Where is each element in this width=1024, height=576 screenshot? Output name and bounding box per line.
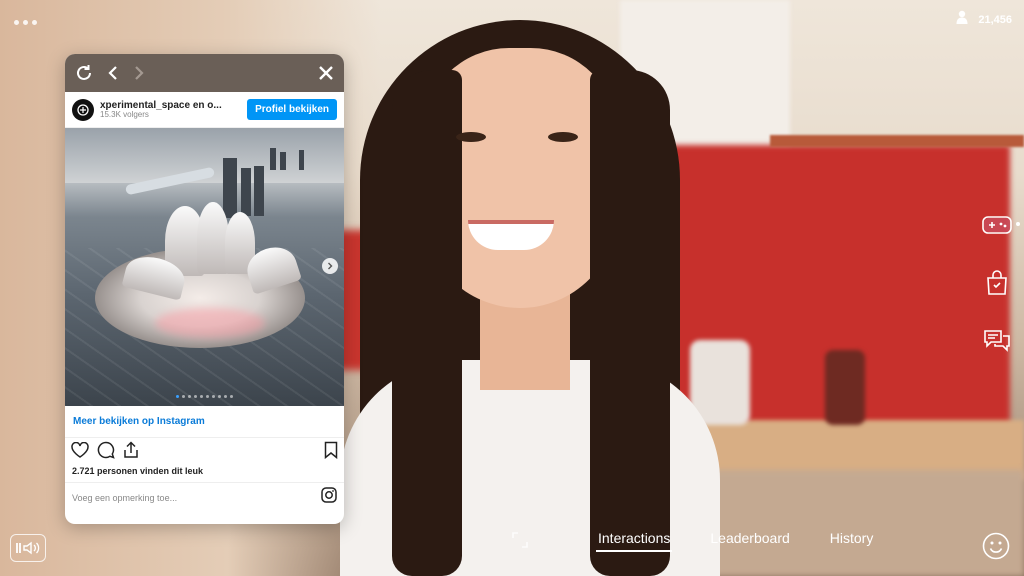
viewer-count: 21,456 bbox=[956, 10, 1012, 29]
shop-button[interactable] bbox=[982, 269, 1012, 301]
share-icon bbox=[124, 440, 138, 458]
right-rail bbox=[982, 212, 1020, 358]
like-button[interactable] bbox=[71, 441, 89, 463]
comment-bar: Voeg een opmerking toe... bbox=[65, 482, 344, 512]
person-icon bbox=[956, 10, 968, 29]
close-button[interactable] bbox=[318, 65, 334, 81]
fullscreen-button[interactable] bbox=[512, 532, 528, 553]
hair-left bbox=[392, 70, 462, 576]
carousel-dot[interactable] bbox=[224, 395, 227, 398]
chevron-right-icon bbox=[328, 262, 333, 270]
carousel-dot[interactable] bbox=[182, 395, 185, 398]
instagram-popup: xperimental_space en o... 15.3K volgers … bbox=[65, 54, 344, 524]
heart-icon bbox=[71, 441, 89, 458]
chevron-left-icon bbox=[108, 66, 117, 80]
carousel-dot[interactable] bbox=[188, 395, 191, 398]
refresh-icon bbox=[77, 65, 91, 80]
image-glow bbox=[155, 308, 265, 338]
dot-icon bbox=[32, 20, 37, 25]
streamer-video bbox=[330, 10, 750, 576]
carousel-dot[interactable] bbox=[200, 395, 203, 398]
tab-interactions[interactable]: Interactions bbox=[595, 530, 673, 552]
instagram-header: xperimental_space en o... 15.3K volgers … bbox=[65, 92, 344, 128]
next-slide-button[interactable] bbox=[322, 258, 338, 274]
active-dot bbox=[1016, 222, 1020, 226]
popup-toolbar bbox=[65, 54, 344, 92]
eye-right bbox=[548, 132, 578, 142]
hair-right bbox=[590, 70, 670, 576]
post-image[interactable] bbox=[65, 128, 344, 406]
carousel-dot[interactable] bbox=[194, 395, 197, 398]
close-icon bbox=[319, 66, 333, 80]
dot-icon bbox=[23, 20, 28, 25]
profile-info: xperimental_space en o... 15.3K volgers bbox=[100, 100, 241, 120]
share-button[interactable] bbox=[123, 440, 139, 464]
image-tower bbox=[241, 168, 251, 216]
pause-volume-icon bbox=[16, 541, 40, 555]
avatar[interactable] bbox=[72, 98, 94, 121]
bottle bbox=[825, 350, 865, 425]
likes-count: 2.721 personen vinden dit leuk bbox=[72, 466, 204, 476]
image-tower bbox=[270, 148, 276, 170]
bookmark-icon bbox=[324, 441, 338, 459]
chevron-right-icon bbox=[135, 66, 144, 80]
smiley-icon bbox=[982, 532, 1010, 560]
follower-count: 15.3K volgers bbox=[100, 109, 149, 119]
image-tower bbox=[280, 152, 286, 170]
carousel-dot[interactable] bbox=[176, 395, 179, 398]
comment-input[interactable]: Voeg een opmerking toe... bbox=[72, 493, 321, 503]
carousel-dot[interactable] bbox=[206, 395, 209, 398]
expand-corner-icon bbox=[512, 532, 528, 548]
carousel-dots bbox=[65, 395, 344, 398]
chat-button[interactable] bbox=[982, 328, 1012, 358]
shopping-bag-icon bbox=[986, 269, 1008, 301]
back-button[interactable] bbox=[107, 65, 119, 81]
viewer-count-value: 21,456 bbox=[978, 13, 1012, 26]
view-more-link[interactable]: Meer bekijken op Instagram bbox=[65, 406, 344, 438]
image-tower bbox=[299, 150, 304, 170]
tab-leaderboard[interactable]: Leaderboard bbox=[710, 530, 789, 552]
emoji-button[interactable] bbox=[982, 532, 1010, 565]
chat-icon bbox=[983, 329, 1011, 358]
bottom-nav: Interactions Leaderboard History bbox=[595, 530, 874, 552]
eye-left bbox=[456, 132, 486, 142]
refresh-button[interactable] bbox=[75, 64, 93, 82]
view-profile-button[interactable]: Profiel bekijken bbox=[247, 99, 337, 120]
comment-button[interactable] bbox=[97, 441, 115, 464]
games-button[interactable] bbox=[982, 212, 1020, 242]
forward-button[interactable] bbox=[133, 65, 145, 81]
post-actions bbox=[65, 438, 344, 466]
image-tower bbox=[254, 166, 264, 216]
carousel-dot[interactable] bbox=[212, 395, 215, 398]
carousel-dot[interactable] bbox=[218, 395, 221, 398]
kitchen-shelf bbox=[770, 135, 1024, 147]
instagram-logo-icon[interactable] bbox=[321, 487, 337, 508]
tab-history[interactable]: History bbox=[830, 530, 874, 552]
gamepad-icon bbox=[982, 215, 1012, 239]
more-options-button[interactable] bbox=[14, 20, 37, 25]
dot-icon bbox=[14, 20, 19, 25]
username[interactable]: xperimental_space en o... bbox=[100, 100, 241, 111]
save-button[interactable] bbox=[324, 441, 338, 464]
comment-icon bbox=[97, 441, 115, 459]
audio-toggle-button[interactable] bbox=[10, 534, 46, 562]
carousel-dot[interactable] bbox=[230, 395, 233, 398]
image-tower bbox=[223, 158, 237, 218]
